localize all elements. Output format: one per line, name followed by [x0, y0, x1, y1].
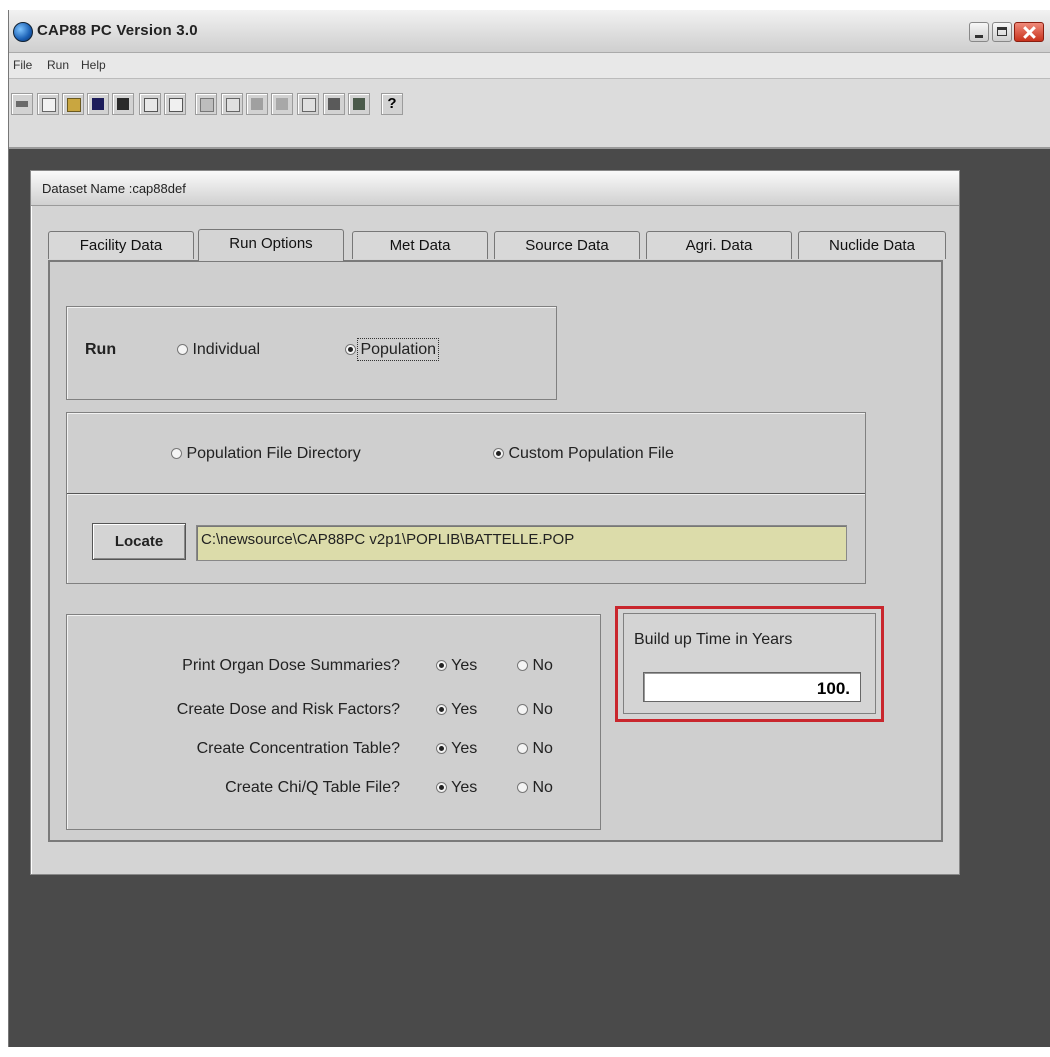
- close-button[interactable]: [1014, 22, 1044, 42]
- output-options-group: Print Organ Dose Summaries? Yes No Creat…: [66, 614, 601, 830]
- report-icon[interactable]: [139, 93, 161, 115]
- question-no-option[interactable]: No: [517, 701, 553, 719]
- library-icon[interactable]: [348, 93, 370, 115]
- preview-icon[interactable]: [164, 93, 186, 115]
- question-yes-option[interactable]: Yes: [436, 740, 477, 758]
- risk-icon[interactable]: [271, 93, 293, 115]
- dataset-name: Dataset Name :cap88def: [42, 181, 186, 196]
- dataset-dialog: Dataset Name :cap88def Facility Data Run…: [30, 170, 960, 875]
- population-directory-option[interactable]: Population File Directory: [171, 445, 361, 463]
- question-label: Print Organ Dose Summaries?: [182, 657, 400, 674]
- population-option[interactable]: Population: [345, 338, 440, 361]
- run-options-panel: Run Individual Population Population Fil…: [48, 260, 943, 842]
- question-yes-option[interactable]: Yes: [436, 657, 477, 675]
- question-no-option[interactable]: No: [517, 657, 553, 675]
- save-icon[interactable]: [87, 93, 109, 115]
- folder-icon[interactable]: [112, 93, 134, 115]
- title-bar: CAP88 PC Version 3.0: [9, 10, 1050, 53]
- custom-population-radio[interactable]: [493, 448, 504, 460]
- output-icon[interactable]: [221, 93, 243, 115]
- buildup-time-label: Build up Time in Years: [634, 631, 793, 648]
- group-divider: [67, 493, 865, 495]
- open-icon[interactable]: [62, 93, 84, 115]
- question-no-option[interactable]: No: [517, 779, 553, 797]
- menu-file[interactable]: File: [13, 58, 32, 72]
- buildup-time-group: Build up Time in Years 100.: [615, 606, 884, 722]
- question-yes-option[interactable]: Yes: [436, 701, 477, 719]
- menu-help[interactable]: Help: [81, 58, 106, 72]
- question-no-option[interactable]: No: [517, 740, 553, 758]
- yes-radio[interactable]: [436, 782, 447, 794]
- tab-nuclide-data[interactable]: Nuclide Data: [798, 231, 946, 259]
- custom-population-option[interactable]: Custom Population File: [493, 445, 674, 463]
- individual-radio[interactable]: [177, 344, 188, 356]
- population-directory-radio[interactable]: [171, 448, 182, 460]
- app-window: CAP88 PC Version 3.0 File Run Help ? Dat…: [8, 10, 1050, 1047]
- menu-run[interactable]: Run: [47, 58, 69, 72]
- individual-option[interactable]: Individual: [177, 341, 260, 359]
- population-radio[interactable]: [345, 344, 356, 356]
- locate-button[interactable]: Locate: [92, 523, 186, 560]
- population-source-group: Population File Directory Custom Populat…: [66, 412, 866, 584]
- question-yes-option[interactable]: Yes: [436, 779, 477, 797]
- question-label: Create Concentration Table?: [196, 740, 400, 757]
- buildup-years-input[interactable]: 100.: [643, 672, 861, 702]
- table-icon[interactable]: [297, 93, 319, 115]
- yes-radio[interactable]: [436, 660, 447, 672]
- menu-bar: File Run Help: [9, 53, 1050, 79]
- question-label: Create Chi/Q Table File?: [225, 779, 400, 796]
- tab-source-data[interactable]: Source Data: [494, 231, 640, 259]
- tab-met-data[interactable]: Met Data: [352, 231, 488, 259]
- run-label: Run: [85, 341, 117, 358]
- new-icon[interactable]: [37, 93, 59, 115]
- exit-icon[interactable]: [11, 93, 33, 115]
- help-icon[interactable]: ?: [381, 93, 403, 115]
- maximize-button[interactable]: [992, 22, 1012, 42]
- chart-icon[interactable]: [323, 93, 345, 115]
- population-file-path-field[interactable]: C:\newsource\CAP88PC v2p1\POPLIB\BATTELL…: [196, 525, 847, 561]
- run-icon[interactable]: [195, 93, 217, 115]
- no-radio[interactable]: [517, 660, 528, 672]
- toolbar: ?: [9, 79, 1050, 149]
- no-radio[interactable]: [517, 782, 528, 794]
- question-label: Create Dose and Risk Factors?: [176, 701, 400, 718]
- buildup-frame: Build up Time in Years 100.: [623, 613, 876, 714]
- dose-icon[interactable]: [246, 93, 268, 115]
- minimize-button[interactable]: [969, 22, 989, 42]
- yes-radio[interactable]: [436, 704, 447, 716]
- no-radio[interactable]: [517, 743, 528, 755]
- dialog-title-bar: Dataset Name :cap88def: [31, 171, 959, 206]
- run-type-group: Run Individual Population: [66, 306, 557, 400]
- tab-facility-data[interactable]: Facility Data: [48, 231, 194, 259]
- tab-run-options[interactable]: Run Options: [198, 229, 344, 261]
- tab-strip: Facility Data Run Options Met Data Sourc…: [48, 229, 948, 261]
- window-title: CAP88 PC Version 3.0: [37, 22, 198, 39]
- yes-radio[interactable]: [436, 743, 447, 755]
- no-radio[interactable]: [517, 704, 528, 716]
- tab-agri-data[interactable]: Agri. Data: [646, 231, 792, 259]
- globe-icon: [13, 22, 33, 42]
